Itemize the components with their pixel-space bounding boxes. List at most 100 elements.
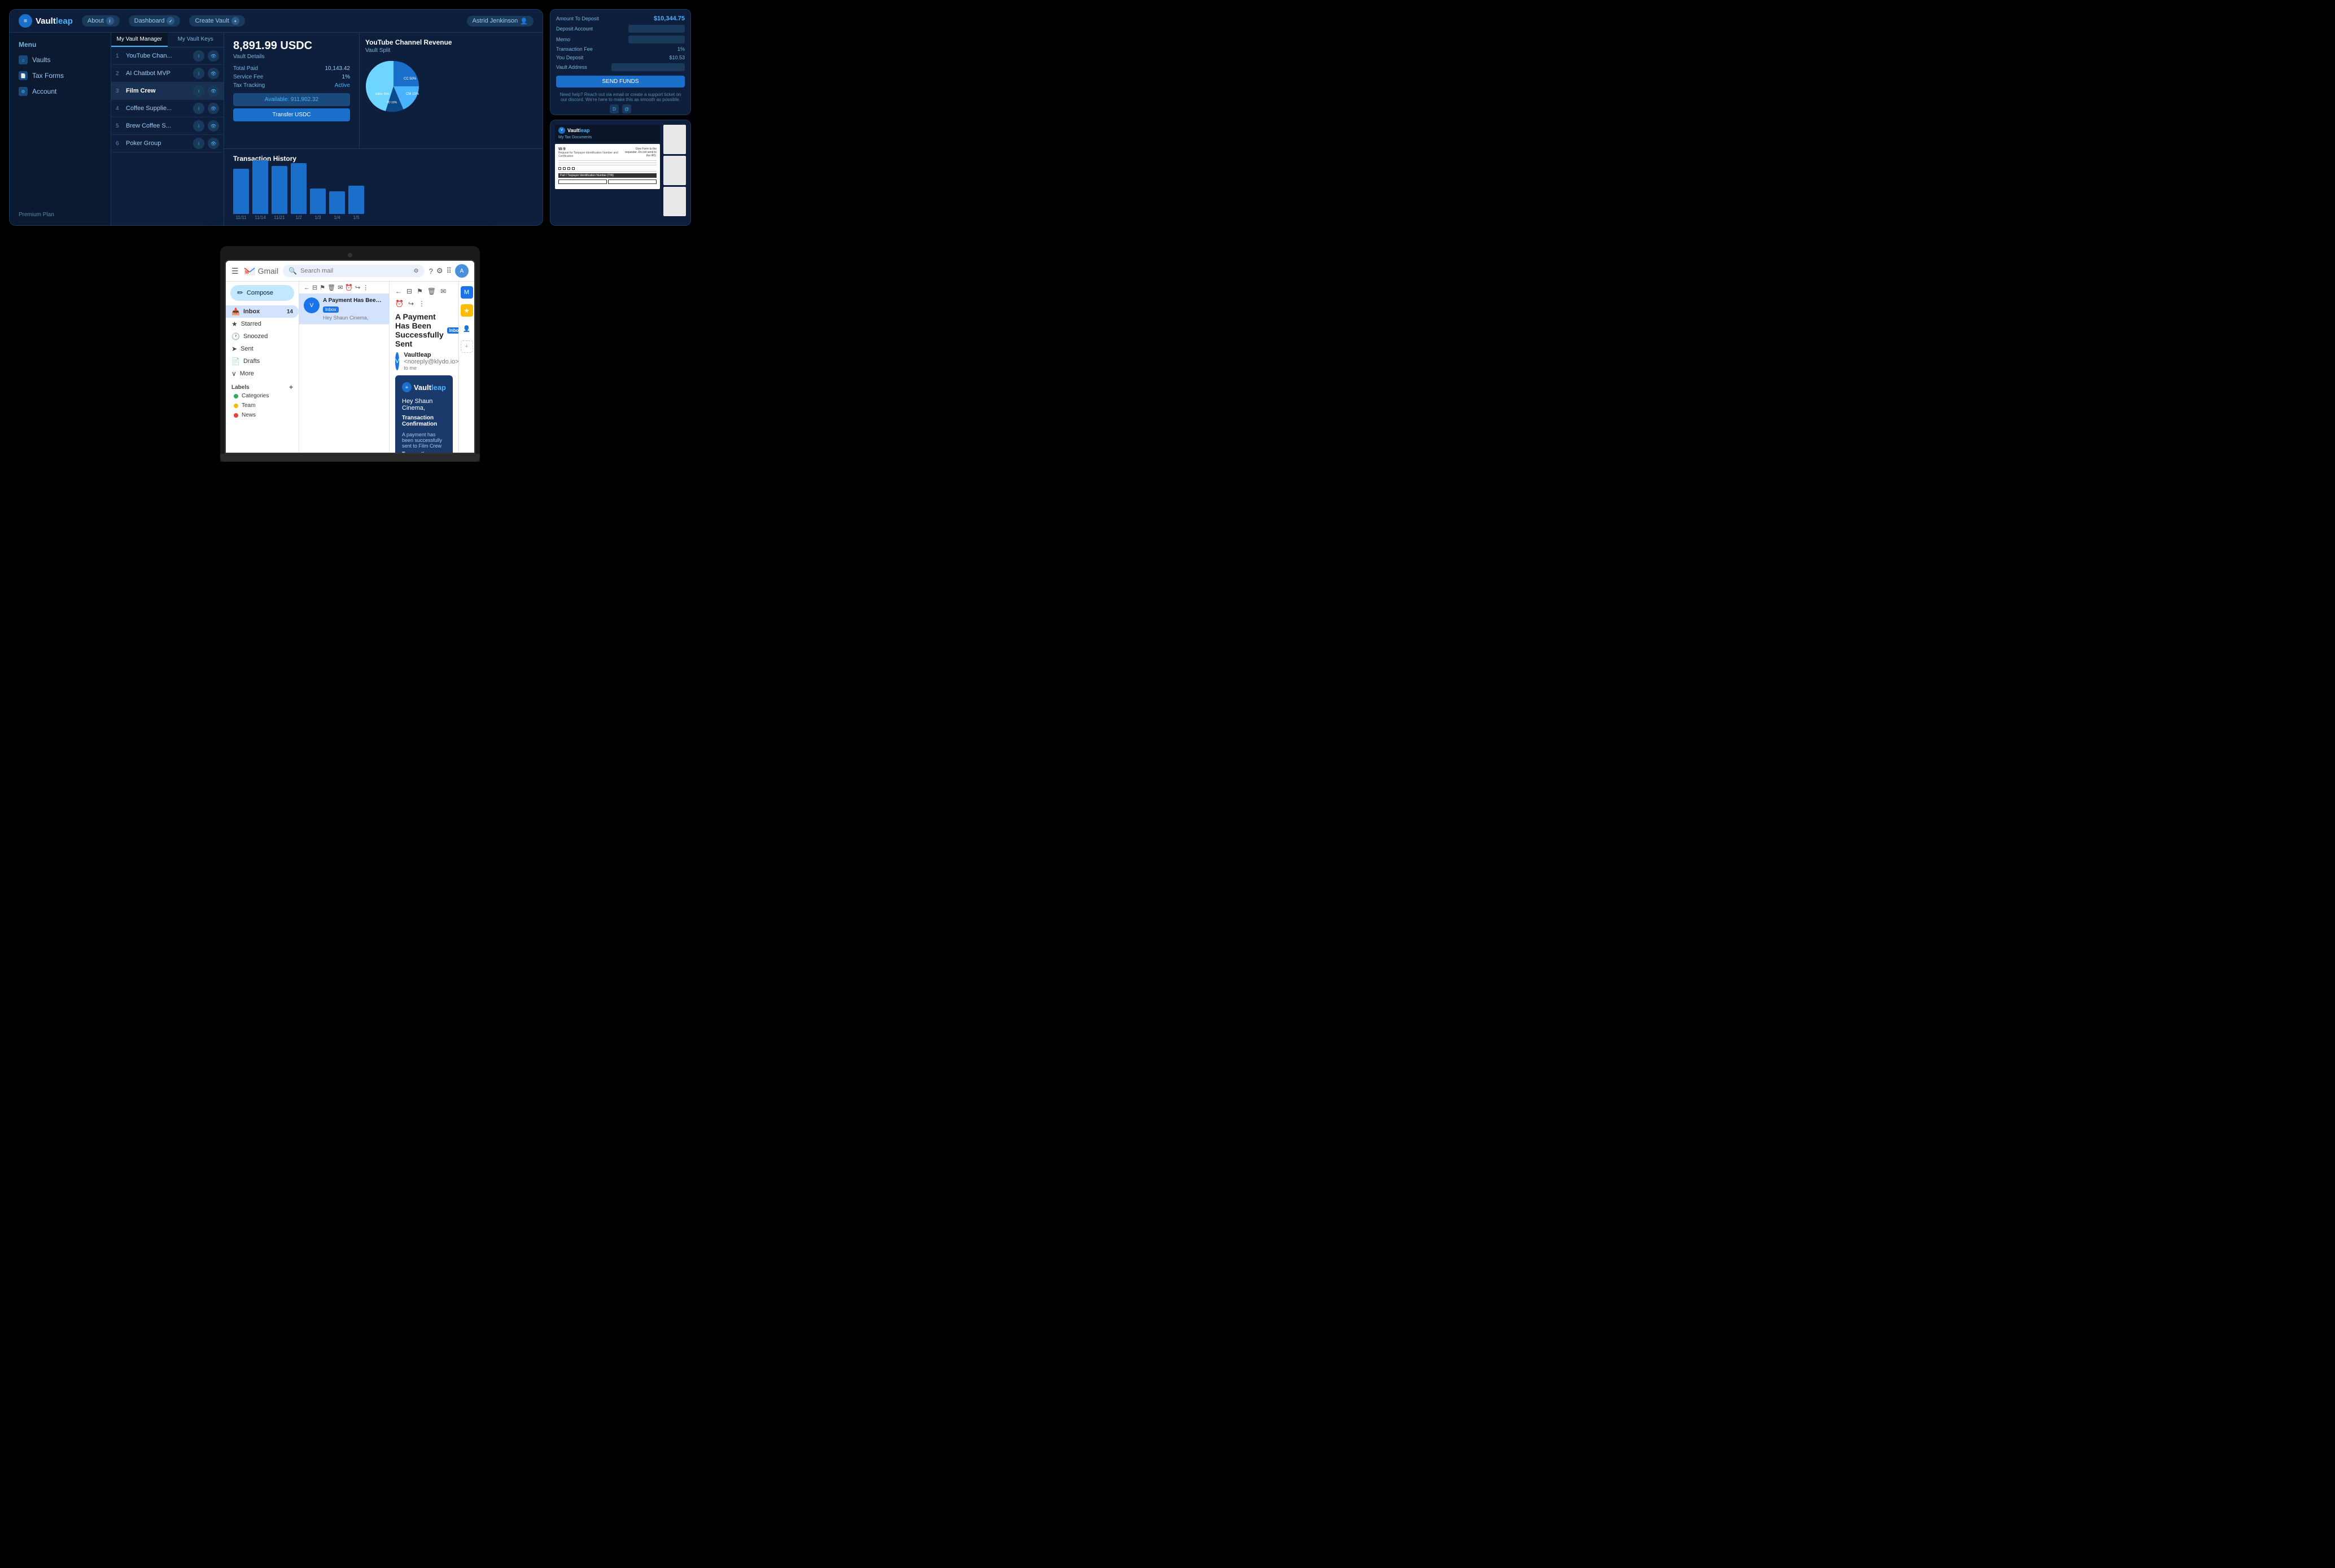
laptop-notch (348, 253, 352, 257)
send-funds-btn[interactable]: SEND FUNDS (556, 76, 685, 87)
delete-detail-icon[interactable]: 🗑 (427, 287, 436, 295)
envelope-detail-icon[interactable]: ✉ (440, 287, 446, 295)
snoozed-icon: 🕐 (231, 332, 240, 340)
nav-dashboard[interactable]: Dashboard ✓ (129, 15, 181, 27)
email-icon[interactable]: @ (622, 104, 631, 113)
deposit-input[interactable] (628, 25, 685, 33)
delete-icon[interactable]: 🗑 (327, 284, 335, 291)
vault-item-1[interactable]: 1 YouTube Chan... i 👁 (111, 47, 224, 65)
grid-icon[interactable]: ⠿ (446, 266, 452, 275)
archive-detail-icon[interactable]: ⊟ (406, 287, 412, 295)
more-detail-icon[interactable]: ⋮ (418, 300, 425, 308)
add-label-btn[interactable]: + (289, 383, 293, 391)
help-icon[interactable]: ? (429, 267, 433, 275)
vault-view-btn-3[interactable]: 👁 (208, 85, 219, 97)
w9-page-1[interactable] (663, 125, 686, 154)
add-sidebar-icon[interactable]: + (461, 340, 473, 353)
filter-icon[interactable]: ⚙ (414, 268, 419, 274)
vault-item-4[interactable]: 4 Coffee Supplie... i 👁 (111, 100, 224, 117)
nav-right: Astrid Jenkinson 👤 (467, 16, 534, 27)
user-avatar[interactable]: A (455, 264, 469, 278)
gmail-nav-snoozed[interactable]: 🕐 Snoozed (226, 330, 299, 343)
w9-panel-inner: V Vaultleap My Tax Documents W-9 Request… (550, 120, 690, 221)
label-news[interactable]: News (231, 410, 293, 420)
nav-about[interactable]: About i (82, 15, 120, 27)
vault-item-2[interactable]: 2 AI Chatbot MVP i 👁 (111, 65, 224, 82)
clock-detail-icon[interactable]: ⏰ (395, 300, 404, 308)
envelope-icon[interactable]: ✉ (338, 284, 343, 291)
chart-area: 11/11 11/14 11/21 (233, 164, 534, 220)
gmail-nav-sent[interactable]: ➤ Sent (226, 343, 299, 355)
sidebar-item-vaults[interactable]: ⌂ Vaults (10, 52, 111, 68)
vault-info-btn-5[interactable]: i (193, 120, 204, 132)
clock-icon[interactable]: ⏰ (345, 284, 353, 291)
card-logo-text: Vaultleap (414, 383, 446, 392)
card-greeting: Hey Shaun Cinema, (402, 398, 446, 411)
discord-icon[interactable]: D (610, 104, 619, 113)
nav-create-vault[interactable]: Create Vault + (189, 15, 244, 27)
vault-item-6[interactable]: 6 Poker Group i 👁 (111, 135, 224, 152)
send-help-text: Need help? Reach out via email or create… (556, 92, 685, 102)
vault-item-5[interactable]: 5 Brew Coffee S... i 👁 (111, 117, 224, 135)
gmail-nav-more[interactable]: ∨ More (226, 367, 299, 380)
search-bar[interactable]: 🔍 ⚙ (283, 265, 424, 277)
total-label: You Deposit (556, 55, 583, 60)
sidebar-item-taxforms[interactable]: 📄 Tax Forms (10, 68, 111, 84)
label-categories[interactable]: Categories (231, 391, 293, 401)
email-meta-1: A Payment Has Been Successfully Sent Inb… (323, 297, 384, 321)
email-subject-1: A Payment Has Been Successfully Sent (323, 297, 384, 304)
back-detail-icon[interactable]: ← (395, 287, 402, 295)
w9-page-3[interactable] (663, 187, 686, 216)
vault-info-btn-6[interactable]: i (193, 138, 204, 149)
tab-vault-manager[interactable]: My Vault Manager (111, 33, 168, 47)
search-input[interactable] (300, 268, 410, 274)
transfer-btn[interactable]: Transfer USDC (233, 108, 350, 121)
google-meet-icon[interactable]: M (461, 286, 473, 299)
inbox-badge-count: 14 (287, 309, 293, 315)
vault-info-btn-3[interactable]: i (193, 85, 204, 97)
label-team[interactable]: Team (231, 401, 293, 410)
memo-input[interactable] (628, 36, 685, 43)
compose-button[interactable]: ✏ Compose (230, 285, 294, 301)
move-icon[interactable]: ↪ (408, 300, 414, 308)
inbox-badge-detail: Inbox (447, 327, 458, 334)
vault-view-btn-5[interactable]: 👁 (208, 120, 219, 132)
vault-info-btn-2[interactable]: i (193, 68, 204, 79)
w9-page-2[interactable] (663, 156, 686, 185)
vault-item-3[interactable]: 3 Film Crew i 👁 (111, 82, 224, 100)
vault-view-btn-2[interactable]: 👁 (208, 68, 219, 79)
sidebar-item-account[interactable]: ⚙ Account (10, 84, 111, 99)
google-tasks-icon[interactable]: ★ (461, 304, 473, 317)
balance-amount: 8,891.99 USDC (233, 40, 350, 52)
hamburger-icon[interactable]: ☰ (231, 266, 239, 276)
archive-icon[interactable]: ⊟ (312, 284, 317, 291)
tab-vault-keys[interactable]: My Vault Keys (168, 33, 224, 47)
gmail-nav-starred[interactable]: ★ Starred (226, 318, 299, 330)
vault-view-btn-1[interactable]: 👁 (208, 50, 219, 62)
available-bar: Available: 911,902.32 (233, 93, 350, 106)
vault-info-btn-1[interactable]: i (193, 50, 204, 62)
dashboard-main: ≡ Vaultleap About i Dashboard ✓ Create V… (9, 9, 543, 226)
email-item-1[interactable]: V A Payment Has Been Successfully Sent I… (299, 294, 389, 325)
vault-view-btn-6[interactable]: 👁 (208, 138, 219, 149)
balance-panel: 8,891.99 USDC Vault Details Total Paid 1… (224, 33, 360, 148)
vault-view-btn-4[interactable]: 👁 (208, 103, 219, 114)
vault-info-btn-4[interactable]: i (193, 103, 204, 114)
card-details: A payment has been successfully sent to … (402, 432, 446, 453)
vault-tabs: My Vault Manager My Vault Keys (111, 33, 224, 47)
gmail-nav-inbox[interactable]: 📥 Inbox 14 (226, 305, 299, 318)
starred-icon: ★ (231, 320, 238, 328)
forward2-icon[interactable]: ↪ (355, 284, 360, 291)
back-icon[interactable]: ← (304, 284, 310, 291)
gmail-header: ☰ M Gmail (226, 261, 474, 282)
gmail-nav-drafts[interactable]: 📄 Drafts (226, 355, 299, 367)
more2-icon[interactable]: ⋮ (362, 284, 369, 291)
user-icon: 👤 (520, 17, 528, 25)
report-icon[interactable]: ⚑ (320, 284, 325, 291)
address-input[interactable] (611, 63, 685, 71)
sent-icon: ➤ (231, 345, 237, 353)
bar-6: 1/5 (348, 186, 364, 220)
google-contacts-icon[interactable]: 👤 (461, 322, 473, 335)
report-detail-icon[interactable]: ⚑ (417, 287, 423, 295)
settings-icon[interactable]: ⚙ (436, 266, 443, 275)
